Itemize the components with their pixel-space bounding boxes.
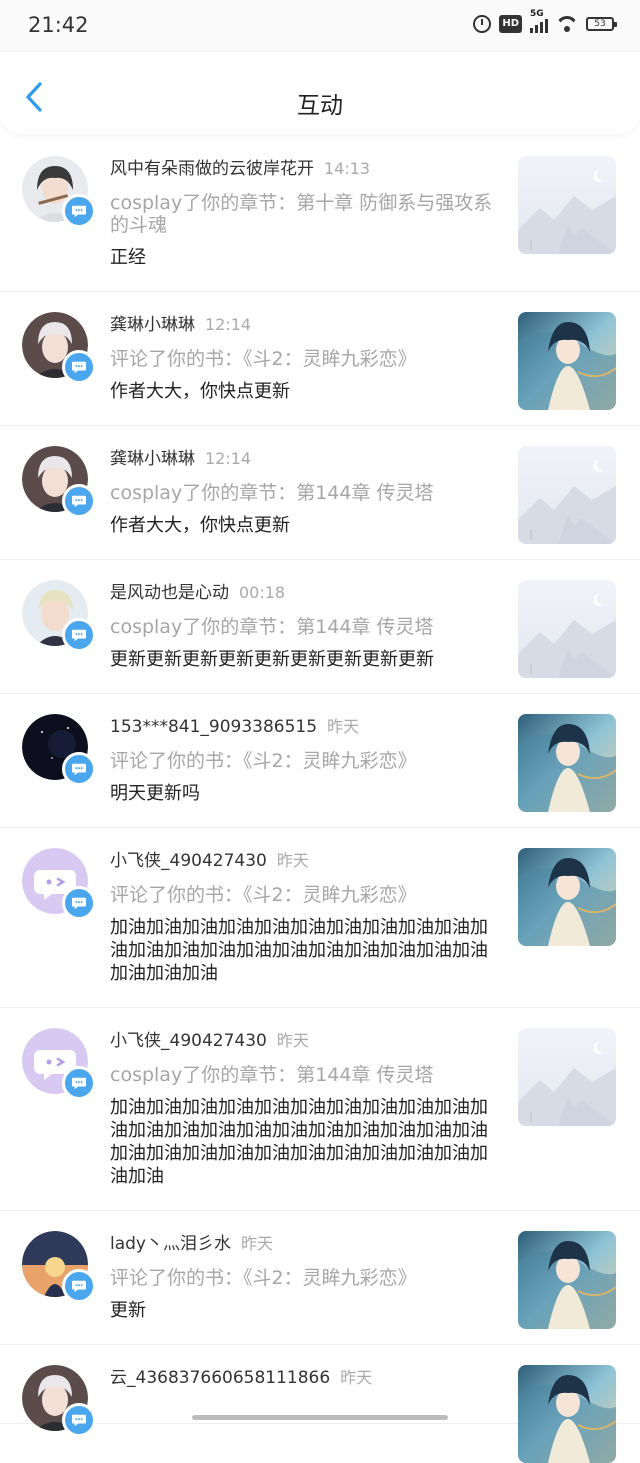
comment-text: 加油加油加油加油加油加油加油加油加油加油加油加油加油加油加油加油加油加油加油加油…	[110, 1097, 488, 1187]
content-thumbnail[interactable]	[518, 312, 616, 410]
interaction-item[interactable]: 风中有朵雨做的云彼岸花开 14:13 cosplay了你的章节：第十章 防御系与强攻…	[0, 136, 640, 292]
comment-badge-icon	[62, 350, 96, 384]
timestamp: 昨天	[276, 851, 309, 870]
interaction-item[interactable]: 153***841_9093386515 昨天评论了你的书：《斗2：灵眸九彩恋》明…	[0, 694, 640, 828]
home-indicator[interactable]	[192, 1415, 448, 1420]
action-text: cosplay了你的章节：第144章 传灵塔	[110, 616, 434, 638]
user-name[interactable]: 龚琳小琳琳	[110, 449, 195, 469]
content-thumbnail[interactable]	[518, 714, 616, 812]
interaction-item[interactable]: 小飞侠_490427430 昨天评论了你的书：《斗2：灵眸九彩恋》加油加油加油加油…	[0, 828, 640, 1008]
header: 互动	[0, 52, 640, 134]
user-name[interactable]: 是风动也是心动	[110, 583, 229, 603]
avatar[interactable]	[22, 1231, 96, 1303]
timestamp: 00:18	[239, 583, 286, 602]
battery-icon: 53	[586, 17, 617, 31]
content-thumbnail[interactable]	[518, 446, 616, 544]
signal-icon: 5G	[530, 9, 548, 33]
timestamp: 12:14	[205, 315, 252, 334]
interaction-item[interactable]: 是风动也是心动 00:18 cosplay了你的章节：第144章 传灵塔 更新更新更新…	[0, 560, 640, 694]
page-title: 互动	[297, 93, 343, 119]
alarm-icon	[473, 15, 492, 33]
content-thumbnail[interactable]	[518, 1231, 616, 1329]
comment-badge-icon	[62, 194, 96, 228]
comment-badge-icon	[62, 618, 96, 652]
comment-badge-icon	[62, 886, 96, 920]
user-name[interactable]: 小飞侠_490427430	[110, 851, 267, 871]
status-icons: HD 5G 53	[473, 9, 617, 33]
user-name[interactable]: 龚琳小琳琳	[110, 315, 195, 335]
comment-badge-icon	[62, 1403, 96, 1437]
avatar[interactable]	[22, 156, 96, 228]
content-thumbnail[interactable]	[518, 580, 616, 678]
timestamp: 昨天	[340, 1368, 373, 1387]
avatar[interactable]	[22, 848, 96, 920]
content-thumbnail[interactable]	[518, 848, 616, 946]
status-time: 21:42	[28, 13, 89, 37]
wifi-icon	[556, 16, 578, 32]
action-text: 评论了你的书：《斗2：灵眸九彩恋》	[110, 348, 417, 370]
avatar[interactable]	[22, 714, 96, 786]
action-text: cosplay了你的章节：第144章 传灵塔	[110, 1064, 434, 1086]
status-bar: 21:42 HD 5G 53	[0, 0, 640, 52]
interaction-item[interactable]: 小飞侠_490427430 昨天 cosplay了你的章节：第144章 传灵塔加油加…	[0, 1008, 640, 1211]
action-text: 评论了你的书：《斗2：灵眸九彩恋》	[110, 750, 417, 772]
interaction-item[interactable]: lady丶灬泪彡水 昨天评论了你的书：《斗2：灵眸九彩恋》 更新	[0, 1211, 640, 1345]
comment-badge-icon	[62, 752, 96, 786]
avatar[interactable]	[22, 1028, 96, 1100]
interaction-item[interactable]: 龚琳小琳琳 12:14 评论了你的书：《斗2：灵眸九彩恋》 作者大大，你快点更新	[0, 292, 640, 426]
content-thumbnail[interactable]	[518, 1028, 616, 1126]
comment-text: 更新更新更新更新更新更新更新更新更新	[110, 649, 434, 670]
timestamp: 昨天	[241, 1234, 274, 1253]
action-text: 评论了你的书：《斗2：灵眸九彩恋》	[110, 884, 417, 906]
action-text: 评论了你的书：《斗2：灵眸九彩恋》	[110, 1267, 417, 1289]
user-name[interactable]: lady丶灬泪彡水	[110, 1234, 231, 1254]
avatar[interactable]	[22, 580, 96, 652]
comment-text: 明天更新吗	[110, 783, 200, 804]
comment-text: 更新	[110, 1300, 146, 1321]
comment-text: 正经	[110, 247, 146, 268]
user-name[interactable]: 153***841_9093386515	[110, 717, 317, 737]
comment-badge-icon	[62, 484, 96, 518]
hd-icon: HD	[499, 15, 522, 33]
avatar[interactable]	[22, 1365, 96, 1437]
avatar[interactable]	[22, 446, 96, 518]
comment-text: 作者大大，你快点更新	[110, 381, 290, 402]
interaction-list: 风中有朵雨做的云彼岸花开 14:13 cosplay了你的章节：第十章 防御系与强攻…	[0, 136, 640, 1463]
user-name[interactable]: 小飞侠_490427430	[110, 1031, 267, 1051]
timestamp: 昨天	[327, 717, 360, 736]
avatar[interactable]	[22, 312, 96, 384]
content-thumbnail[interactable]	[518, 1365, 616, 1463]
user-name[interactable]: 云_4368376606581118​66	[110, 1368, 330, 1388]
user-name[interactable]: 风中有朵雨做的云彼岸花开	[110, 159, 314, 179]
timestamp: 12:14	[205, 449, 252, 468]
action-text: cosplay了你的章节：第十章 防御系与强攻系的斗魂	[110, 192, 493, 236]
comment-badge-icon	[62, 1066, 96, 1100]
comment-text: 加油加油加油加油加油加油加油加油加油加油加油加油加油加油加油加油加油加油加油加油…	[110, 917, 488, 984]
timestamp: 昨天	[276, 1031, 309, 1050]
comment-text: 作者大大，你快点更新	[110, 515, 290, 536]
timestamp: 14:13	[324, 159, 371, 178]
interaction-item[interactable]: 龚琳小琳琳 12:14 cosplay了你的章节：第144章 传灵塔 作者大大，你快点…	[0, 426, 640, 560]
content-thumbnail[interactable]	[518, 156, 616, 254]
action-text: cosplay了你的章节：第144章 传灵塔	[110, 482, 434, 504]
comment-badge-icon	[62, 1269, 96, 1303]
interaction-item[interactable]: 云_4368376606581118​66 昨天	[0, 1345, 640, 1463]
